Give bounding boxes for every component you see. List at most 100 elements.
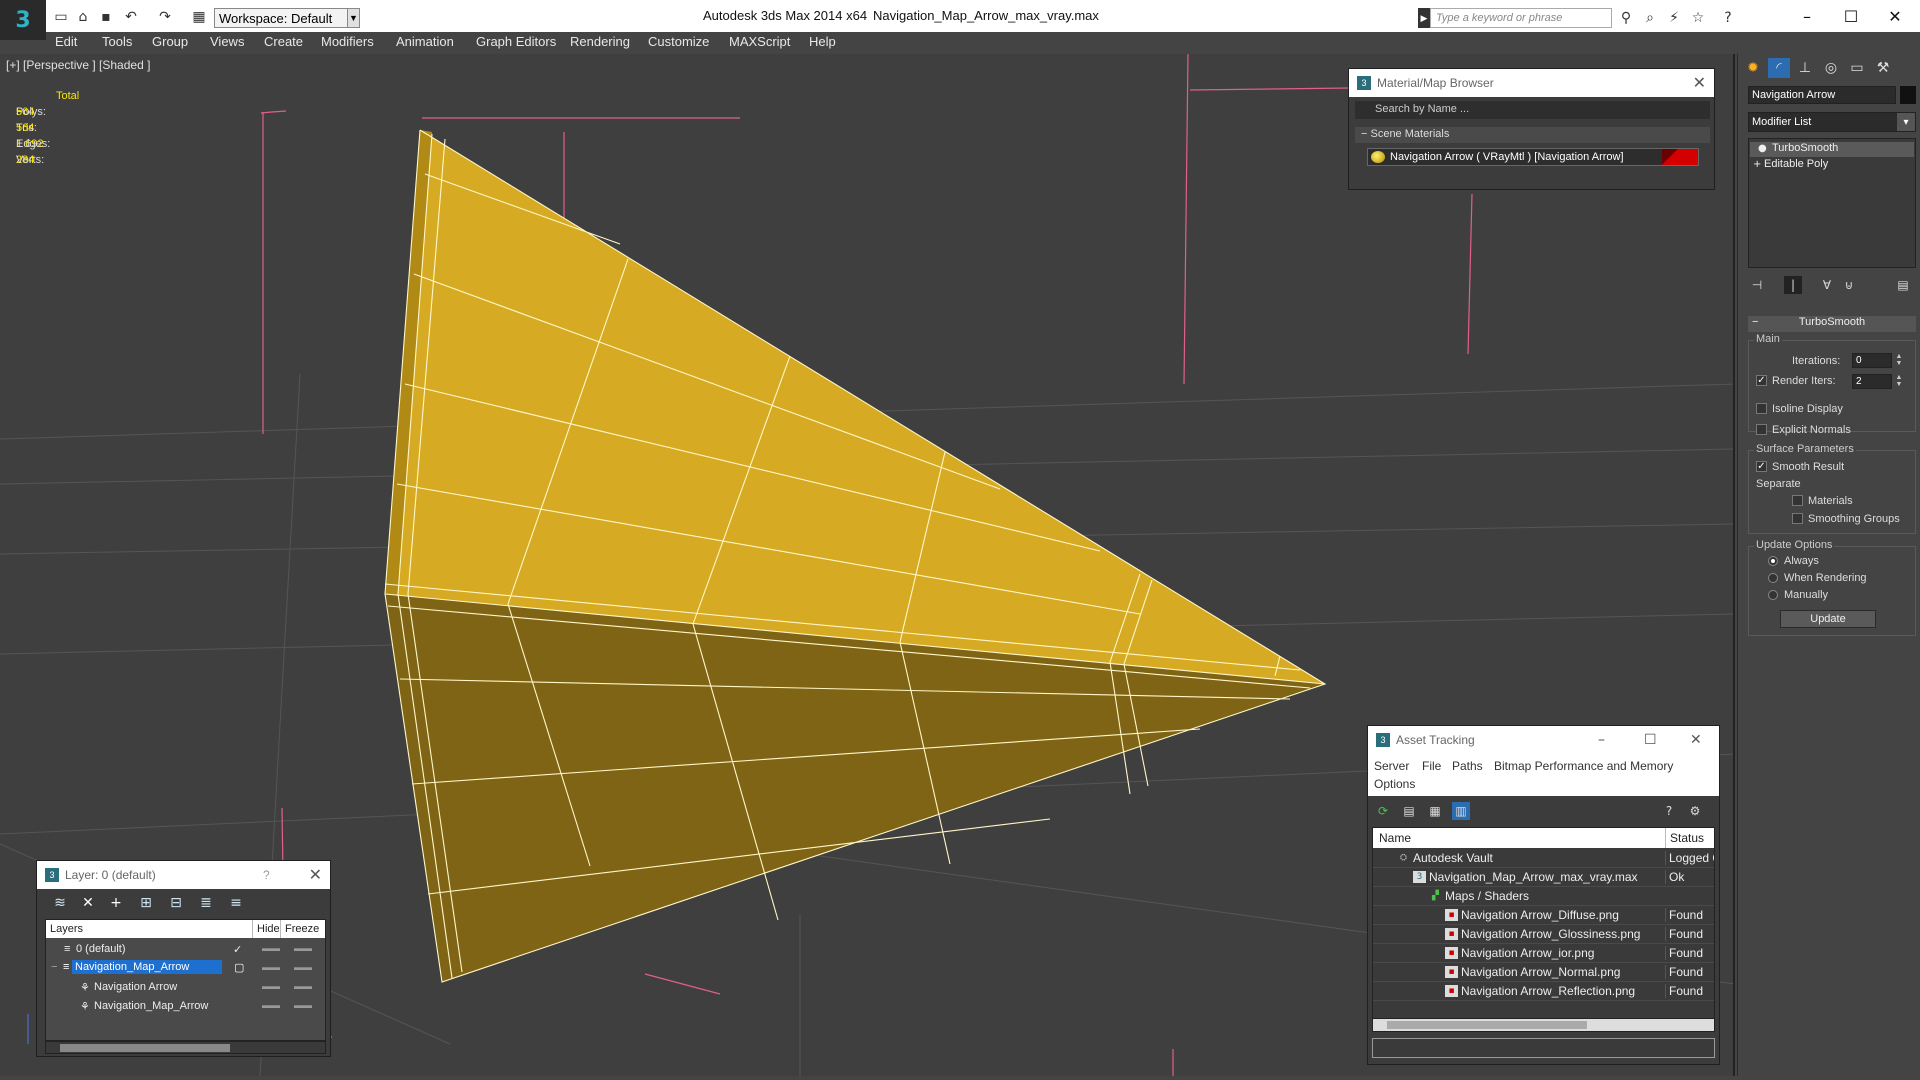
current-layer-toggle[interactable]: ▢: [231, 960, 247, 975]
menu-tools[interactable]: Tools: [102, 34, 132, 49]
freeze-toggle[interactable]: ▬▬: [294, 962, 312, 972]
redo-icon[interactable]: ↷: [156, 9, 174, 25]
maximize-button[interactable]: ☐: [1828, 4, 1874, 28]
remove-modifier-icon[interactable]: ⊍: [1840, 276, 1858, 294]
refresh-icon[interactable]: ⟳: [1374, 802, 1392, 820]
asset-row[interactable]: ▪ Navigation Arrow_ior.png Found: [1373, 944, 1714, 963]
always-radio[interactable]: [1768, 556, 1778, 566]
asset-row[interactable]: ▪ Navigation Arrow_Reflection.png Found: [1373, 982, 1714, 1001]
isoline-checkbox[interactable]: [1756, 403, 1767, 414]
menu-rendering[interactable]: Rendering: [570, 34, 630, 49]
scene-materials-section[interactable]: − Scene Materials: [1355, 127, 1710, 143]
menu-views[interactable]: Views: [210, 34, 244, 49]
close-icon[interactable]: ✕: [309, 865, 322, 884]
display-tab-icon[interactable]: ▭: [1846, 58, 1868, 78]
menu-create[interactable]: Create: [264, 34, 303, 49]
help-icon[interactable]: ?: [1660, 802, 1678, 820]
close-button[interactable]: ✕: [1872, 4, 1918, 28]
current-layer-check-icon[interactable]: ✓: [233, 943, 242, 956]
menu-graph-editors[interactable]: Graph Editors: [476, 34, 556, 49]
select-in-layer-icon[interactable]: ⊞: [135, 893, 157, 913]
explicit-normals-checkbox[interactable]: [1756, 424, 1767, 435]
render-iters-spinner[interactable]: ▲ ▼: [1895, 374, 1903, 389]
scrollbar-thumb[interactable]: [60, 1044, 230, 1052]
object-color-swatch[interactable]: [1900, 86, 1916, 104]
close-icon[interactable]: ✕: [1690, 732, 1702, 748]
menu-modifiers[interactable]: Modifiers: [321, 34, 374, 49]
menu-file[interactable]: File: [1422, 759, 1441, 773]
asset-tracking-titlebar[interactable]: 3 Asset Tracking – ☐ ✕: [1368, 726, 1719, 756]
new-file-icon[interactable]: ▭: [52, 9, 70, 25]
favorites-star-icon[interactable]: ☆: [1688, 9, 1708, 27]
asset-row[interactable]: ▪ Navigation Arrow_Glossiness.png Found: [1373, 925, 1714, 944]
viewport-label[interactable]: [+] [Perspective ] [Shaded ]: [6, 58, 150, 72]
search-expand-icon[interactable]: ▶: [1418, 8, 1430, 28]
close-icon[interactable]: ✕: [1693, 73, 1706, 92]
col-status[interactable]: Status: [1665, 828, 1704, 848]
maximize-button[interactable]: ☐: [1644, 732, 1657, 748]
utilities-tab-icon[interactable]: ⚒: [1872, 58, 1894, 78]
workspace-dropdown-button[interactable]: ▼: [347, 8, 360, 28]
modifier-list-dropdown[interactable]: Modifier List ▾: [1748, 112, 1916, 132]
material-browser-titlebar[interactable]: 3 Material/Map Browser ✕: [1349, 69, 1714, 97]
highlight-layer-icon[interactable]: ⊟: [165, 893, 187, 913]
render-iters-input[interactable]: 2: [1852, 374, 1892, 389]
communication-center-icon[interactable]: ⚡: [1664, 9, 1684, 27]
create-tab-icon[interactable]: ✹: [1742, 58, 1764, 78]
open-file-icon[interactable]: ⌂: [74, 9, 92, 25]
layer-manager-titlebar[interactable]: 3 Layer: 0 (default) ? ✕: [37, 861, 330, 889]
asset-row[interactable]: ▞ Maps / Shaders: [1373, 887, 1714, 906]
object-name-field[interactable]: Navigation Arrow: [1748, 86, 1896, 104]
make-unique-icon[interactable]: ∀: [1818, 276, 1836, 294]
hide-toggle[interactable]: ▬▬: [262, 962, 280, 972]
help-button[interactable]: ?: [263, 868, 270, 882]
menu-animation[interactable]: Animation: [396, 34, 454, 49]
asset-row[interactable]: 3 Navigation_Map_Arrow_max_vray.max Ok: [1373, 868, 1714, 887]
material-item[interactable]: Navigation Arrow ( VRayMtl ) [Navigation…: [1367, 148, 1699, 166]
layer-row[interactable]: ⚘ Navigation Arrow ▬▬ ▬▬: [46, 978, 325, 996]
rollout-header[interactable]: − TurboSmooth: [1748, 316, 1916, 332]
stack-item-turbosmooth[interactable]: ● TurboSmooth: [1750, 142, 1914, 157]
menu-edit[interactable]: Edit: [55, 34, 77, 49]
iterations-spinner[interactable]: ▲ ▼: [1895, 353, 1903, 368]
col-layers[interactable]: Layers: [50, 923, 83, 935]
binoculars-icon[interactable]: ⚲: [1616, 9, 1636, 27]
materials-checkbox[interactable]: [1792, 495, 1803, 506]
lightbulb-icon[interactable]: ●: [1758, 143, 1767, 154]
asset-horizontal-scrollbar[interactable]: [1372, 1018, 1715, 1032]
asset-row[interactable]: ▪ Navigation Arrow_Diffuse.png Found: [1373, 906, 1714, 925]
when-rendering-radio[interactable]: [1768, 573, 1778, 583]
help-settings-icon[interactable]: ⚙: [1686, 802, 1704, 820]
menu-bitmap-performance[interactable]: Bitmap Performance and Memory: [1494, 759, 1673, 773]
help-icon[interactable]: ?: [1718, 9, 1738, 27]
layer-row[interactable]: − ≡ Navigation_Map_Arrow ▢ ▬▬ ▬▬: [46, 959, 325, 977]
project-folder-icon[interactable]: ▦: [190, 9, 208, 25]
hide-toggle[interactable]: ▬▬: [262, 981, 280, 991]
menu-help[interactable]: Help: [809, 34, 836, 49]
col-hide[interactable]: Hide: [252, 920, 280, 938]
hierarchy-tab-icon[interactable]: ⊥: [1794, 58, 1816, 78]
menu-options[interactable]: Options: [1374, 777, 1415, 791]
motion-tab-icon[interactable]: ◎: [1820, 58, 1842, 78]
collapse-icon[interactable]: −: [48, 960, 60, 974]
menu-customize[interactable]: Customize: [648, 34, 709, 49]
layer-horizontal-scrollbar[interactable]: [45, 1041, 326, 1054]
app-logo[interactable]: 3: [0, 0, 46, 40]
expand-plus-icon[interactable]: +: [1753, 159, 1761, 170]
workspace-select[interactable]: Workspace: Default▾: [214, 8, 360, 28]
col-name[interactable]: Name: [1379, 831, 1411, 845]
freeze-toggle[interactable]: ▬▬: [294, 1000, 312, 1010]
create-layer-icon[interactable]: ≋: [49, 893, 71, 913]
minimize-button[interactable]: –: [1598, 732, 1605, 748]
freeze-toggle[interactable]: ▬▬: [294, 943, 312, 953]
minimize-button[interactable]: –: [1784, 4, 1830, 28]
layer-row[interactable]: ≡ 0 (default) ✓ ▬▬ ▬▬: [46, 940, 325, 958]
asset-row[interactable]: ⛭ Autodesk Vault Logged Out: [1373, 849, 1714, 868]
configure-modifier-sets-icon[interactable]: ▤: [1894, 276, 1912, 294]
manually-radio[interactable]: [1768, 590, 1778, 600]
render-iters-checkbox[interactable]: ✓: [1756, 375, 1767, 386]
col-freeze[interactable]: Freeze: [280, 920, 319, 938]
freeze-all-layers-icon[interactable]: ≡: [225, 893, 247, 913]
update-button[interactable]: Update: [1780, 610, 1876, 628]
save-file-icon[interactable]: ▪: [97, 9, 115, 25]
